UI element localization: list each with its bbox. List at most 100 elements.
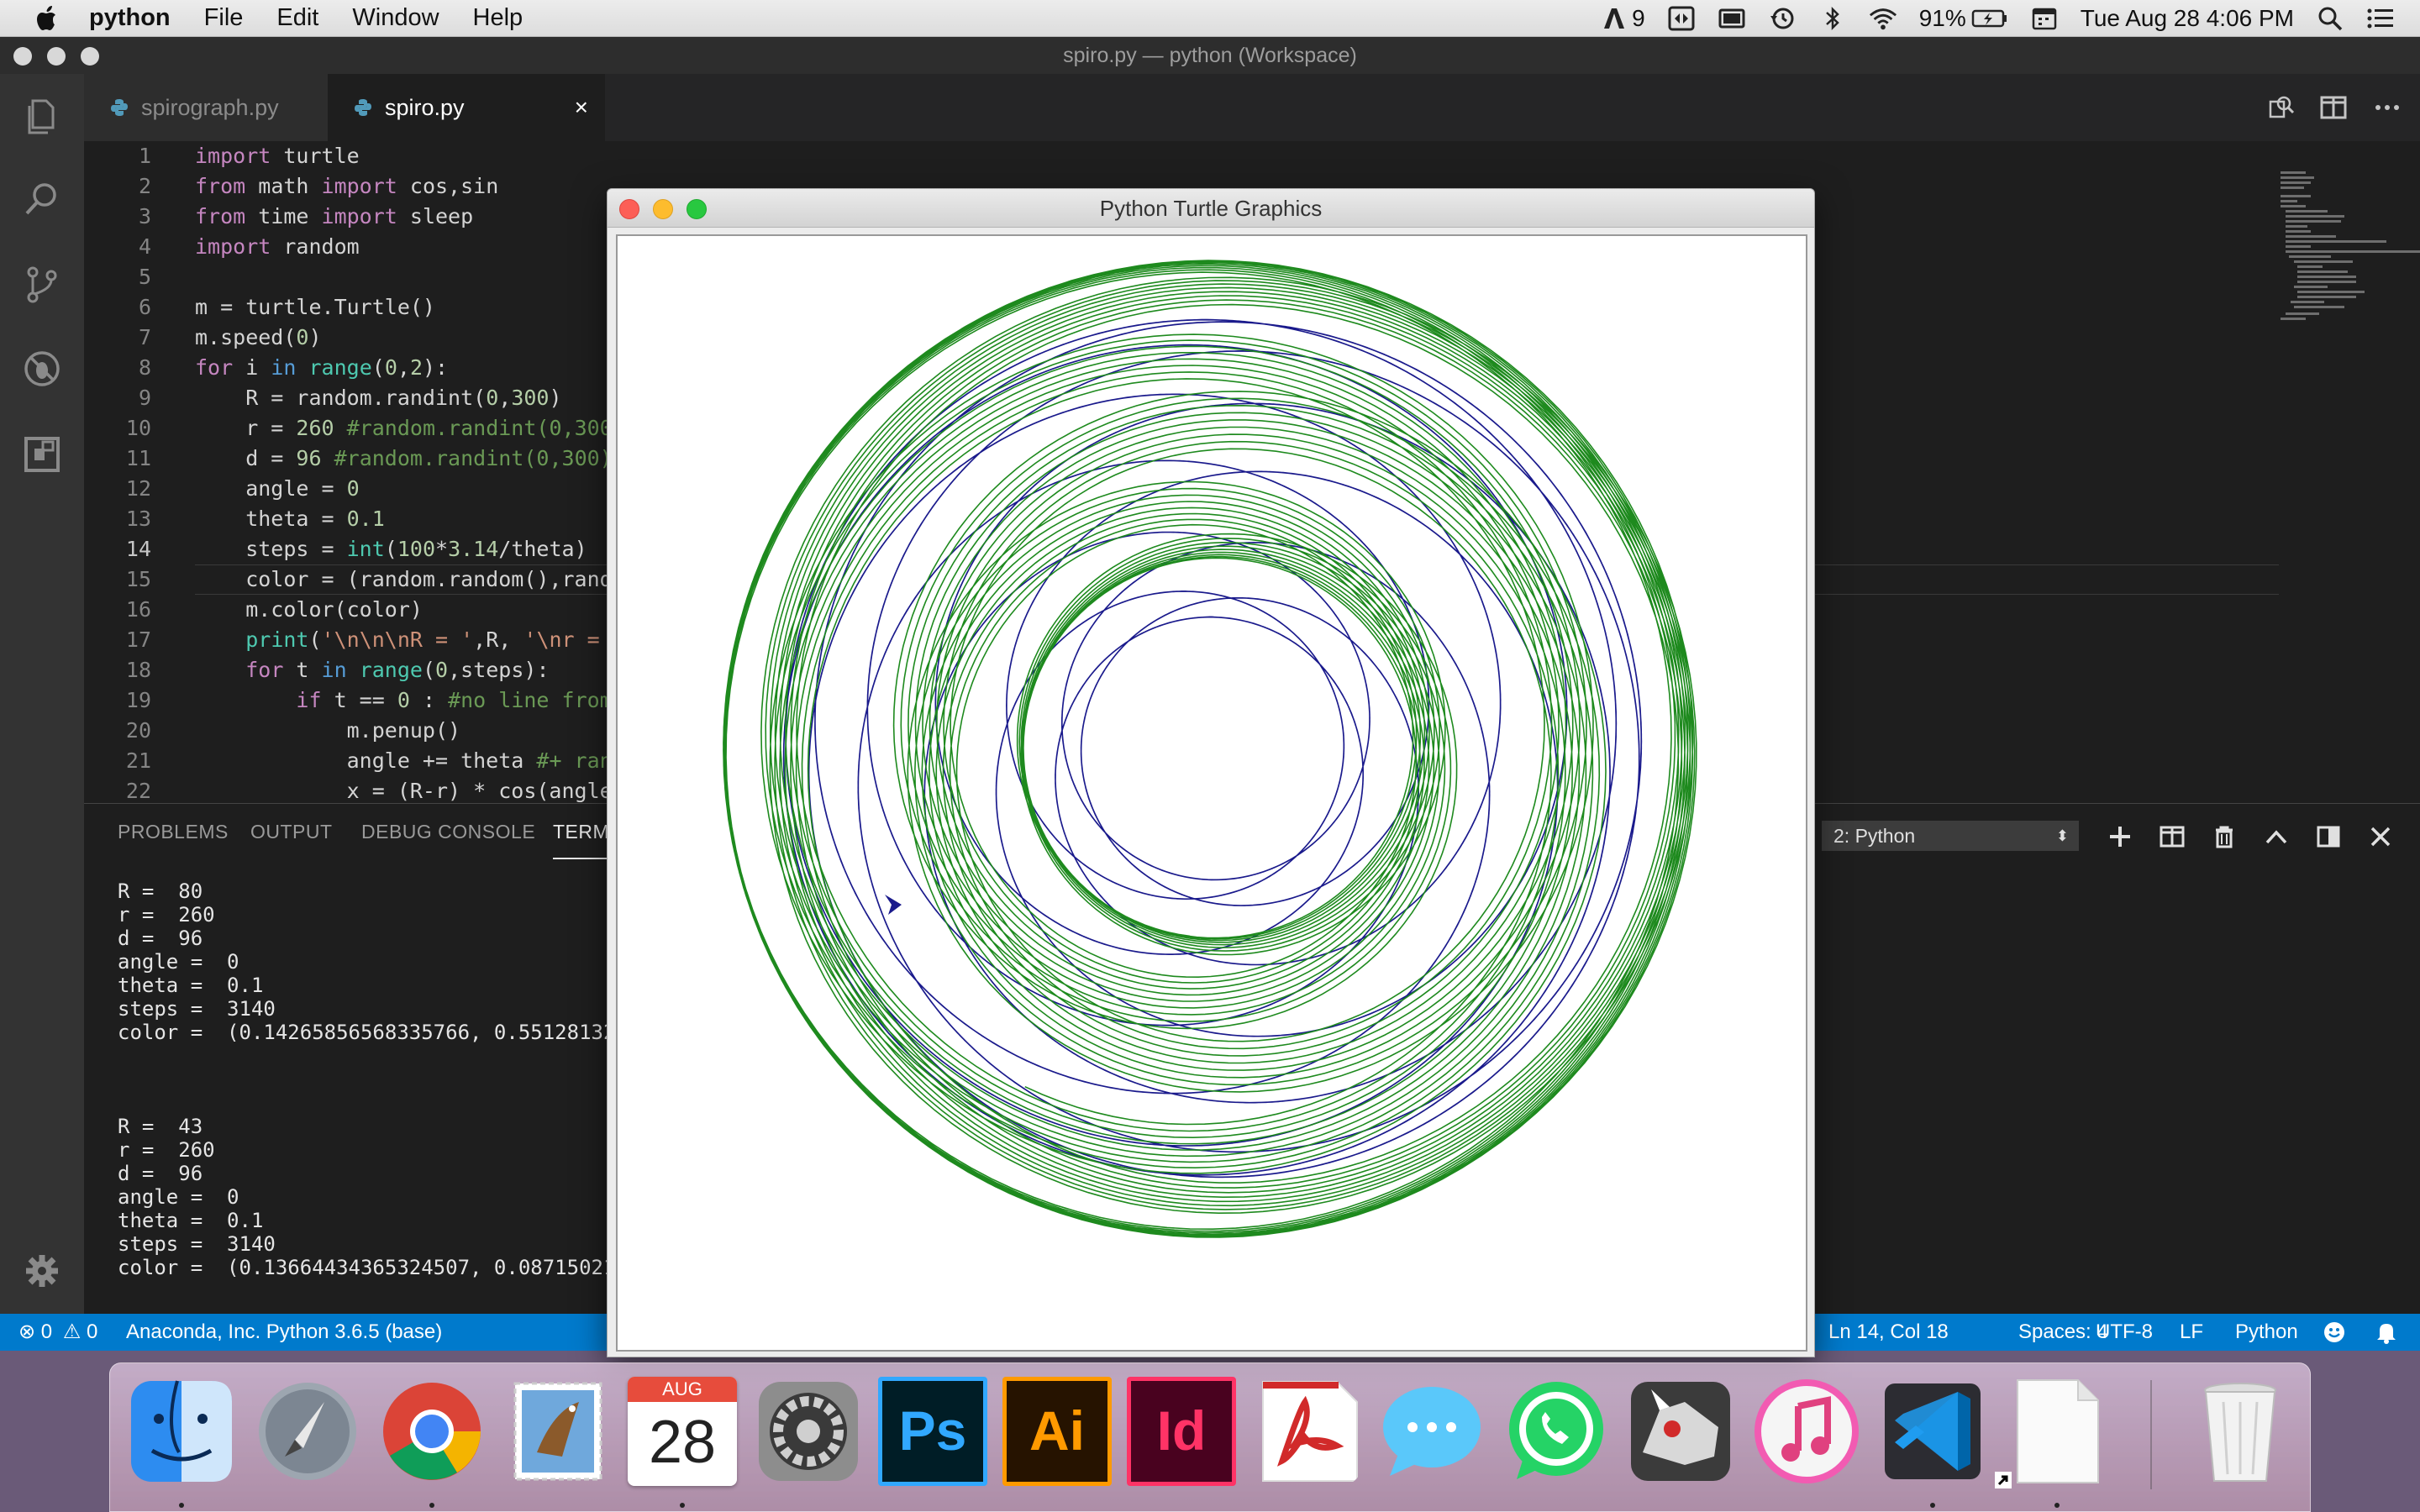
warning-icon: ⚠ <box>62 1320 82 1343</box>
adobe-icon <box>1604 8 1625 29</box>
language-mode[interactable]: Python <box>2235 1314 2298 1351</box>
terminal-line: color = (0.13664434365324507, 0.08715021… <box>118 1256 628 1279</box>
acrobat-icon[interactable] <box>1253 1377 1362 1486</box>
whatsapp-icon[interactable] <box>1502 1377 1611 1486</box>
trash-icon[interactable] <box>2186 1377 2295 1486</box>
split-terminal-icon[interactable] <box>2160 824 2185 849</box>
encoding[interactable]: UTF-8 <box>2096 1314 2153 1351</box>
messages-icon[interactable] <box>1377 1377 1486 1486</box>
battery-status[interactable]: 91% <box>1919 5 2008 32</box>
alias-arrow-icon <box>1995 1472 2012 1488</box>
settings-gear-icon[interactable] <box>21 1250 63 1292</box>
search-icon[interactable] <box>21 178 63 220</box>
panel-tab-terminal[interactable]: TERMI <box>553 804 616 859</box>
chrome-icon[interactable] <box>377 1377 487 1486</box>
panel-tab-output[interactable]: OUTPUT <box>250 804 333 859</box>
mail-icon[interactable] <box>503 1377 613 1486</box>
notifications-bell-icon[interactable] <box>2375 1320 2398 1344</box>
indentation[interactable]: Spaces: 4 <box>2018 1314 2108 1351</box>
error-icon: ⊗ <box>18 1320 36 1343</box>
wifi-icon[interactable] <box>1869 6 1897 31</box>
tab-label: spiro.py <box>385 94 465 120</box>
window-titlebar: spiro.py — python (Workspace) <box>0 37 2420 74</box>
tab-label: spirograph.py <box>141 94 279 120</box>
spotlight-search-icon[interactable] <box>2316 6 2344 31</box>
tab-spiro-py[interactable]: spiro.py × <box>328 74 605 141</box>
system-preferences-icon[interactable] <box>754 1377 863 1486</box>
notification-center-icon[interactable] <box>2366 6 2395 31</box>
menu-edit[interactable]: Edit <box>276 4 318 32</box>
panel-tab-problems[interactable]: PROBLEMS <box>118 804 229 859</box>
terminal-select[interactable]: 2: Python ⬍ <box>1822 821 2079 851</box>
terminal-output[interactable]: R = 80 r = 260 d = 96 angle = 0 theta = … <box>118 879 628 1279</box>
turtle-cursor-icon <box>885 895 902 915</box>
debug-icon[interactable] <box>21 348 63 390</box>
explorer-icon[interactable] <box>21 94 63 136</box>
calendar-icon[interactable]: AUG 28 <box>628 1377 737 1486</box>
problems-status[interactable]: ⊗ 0 ⚠ 0 <box>18 1314 97 1351</box>
toggle-panel-position-icon[interactable] <box>2316 824 2341 849</box>
minimap[interactable] <box>2277 141 2420 803</box>
end-of-line[interactable]: LF <box>2180 1314 2203 1351</box>
turtle-canvas[interactable] <box>616 234 1807 1352</box>
terminal-line: angle = 0 <box>118 950 239 974</box>
spirograph-drawing <box>723 260 1697 1238</box>
source-control-icon[interactable] <box>21 264 63 306</box>
menu-help[interactable]: Help <box>473 4 523 32</box>
code-line: 1 import turtle <box>138 144 360 168</box>
running-indicator <box>429 1503 434 1508</box>
dock-separator <box>2150 1380 2152 1489</box>
window-close-button[interactable] <box>13 47 32 66</box>
terminal-line: d = 96 <box>118 1162 203 1185</box>
feedback-smiley-icon[interactable] <box>2323 1320 2346 1344</box>
tab-spirograph-py[interactable]: spirograph.py <box>84 74 328 141</box>
finder-icon[interactable] <box>127 1377 236 1486</box>
terminal-line: color = (0.14265856568335766, 0.55128132… <box>118 1021 628 1044</box>
apple-icon[interactable] <box>30 2 64 35</box>
running-indicator <box>2054 1503 2060 1508</box>
itunes-icon[interactable] <box>1752 1377 1861 1486</box>
indesign-icon[interactable]: Id <box>1127 1377 1236 1486</box>
extensions-icon[interactable] <box>21 433 63 475</box>
panel-tab-debug-console[interactable]: DEBUG CONSOLE <box>361 804 535 859</box>
photoshop-icon[interactable]: Ps <box>878 1377 987 1486</box>
spectacle-icon[interactable] <box>1667 6 1696 31</box>
display-icon[interactable] <box>1718 6 1746 31</box>
terminal-line: theta = 0.1 <box>118 1209 264 1232</box>
bluetooth-icon[interactable] <box>1818 6 1847 31</box>
tab-close-icon[interactable]: × <box>575 94 588 121</box>
open-changes-button[interactable] <box>2267 74 2296 141</box>
cursor-position[interactable]: Ln 14, Col 18 <box>1828 1314 1949 1351</box>
menu-file[interactable]: File <box>204 4 244 32</box>
window-zoom-button[interactable] <box>81 47 99 66</box>
turtle-close-button[interactable] <box>619 199 639 219</box>
menu-window[interactable]: Window <box>352 4 439 32</box>
document-icon[interactable] <box>2002 1377 2112 1486</box>
trash-terminal-icon[interactable] <box>2212 824 2237 849</box>
adobe-cc-status[interactable]: 9 <box>1602 5 1645 32</box>
rhino-icon[interactable] <box>1626 1377 1735 1486</box>
turtle-zoom-button[interactable] <box>687 199 707 219</box>
python-interpreter[interactable]: Anaconda, Inc. Python 3.6.5 (base) <box>126 1314 442 1351</box>
calendar-menu-icon[interactable] <box>2030 6 2059 31</box>
turtle-titlebar[interactable]: Python Turtle Graphics <box>608 189 1814 228</box>
more-actions-button[interactable] <box>2373 74 2402 141</box>
calendar-day: 28 <box>648 1409 717 1476</box>
more-icon <box>2375 105 2399 110</box>
turtle-graphics-window[interactable]: Python Turtle Graphics <box>607 188 1815 1357</box>
close-panel-icon[interactable] <box>2368 824 2393 849</box>
window-minimize-button[interactable] <box>47 47 66 66</box>
vscode-icon[interactable] <box>1878 1377 1987 1486</box>
illustrator-icon[interactable]: Ai <box>1002 1377 1112 1486</box>
maximize-panel-icon[interactable] <box>2264 824 2289 849</box>
battery-icon <box>1971 9 2007 28</box>
time-machine-icon[interactable] <box>1768 6 1797 31</box>
new-terminal-icon[interactable] <box>2107 824 2133 849</box>
split-editor-button[interactable] <box>2319 74 2348 141</box>
menu-app-name[interactable]: python <box>89 4 171 32</box>
clock[interactable]: Tue Aug 28 4:06 PM <box>2081 5 2294 32</box>
launchpad-icon[interactable] <box>253 1377 362 1486</box>
turtle-minimize-button[interactable] <box>653 199 673 219</box>
dock: AUG 28 Ps Ai Id <box>109 1362 2311 1512</box>
